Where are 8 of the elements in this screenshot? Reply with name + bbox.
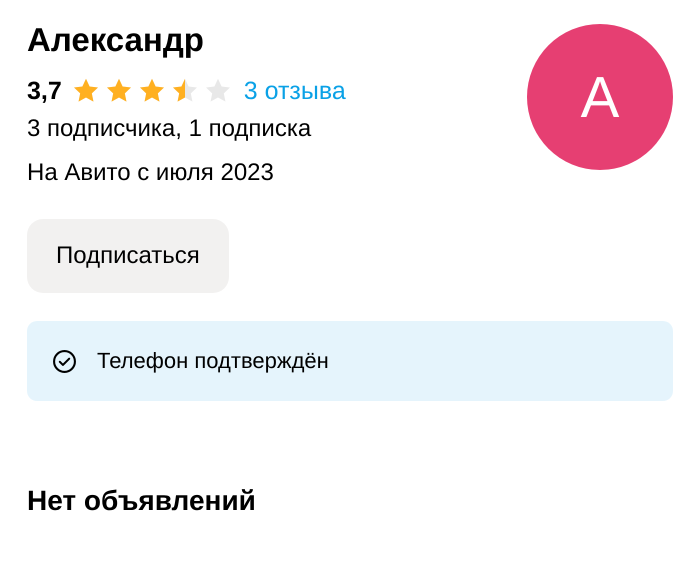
member-since-text: На Авито с июля 2023 bbox=[27, 158, 275, 188]
listings-heading: Нет объявлений bbox=[27, 485, 257, 517]
subscribe-button[interactable]: Подписаться bbox=[27, 219, 229, 293]
followers-text: 3 подписчика, 1 подписка bbox=[27, 114, 312, 144]
avatar: А bbox=[527, 24, 673, 170]
rating-score: 3,7 bbox=[27, 76, 62, 106]
verification-text: Телефон подтверждён bbox=[97, 348, 329, 374]
profile-name: Александр bbox=[27, 20, 205, 60]
